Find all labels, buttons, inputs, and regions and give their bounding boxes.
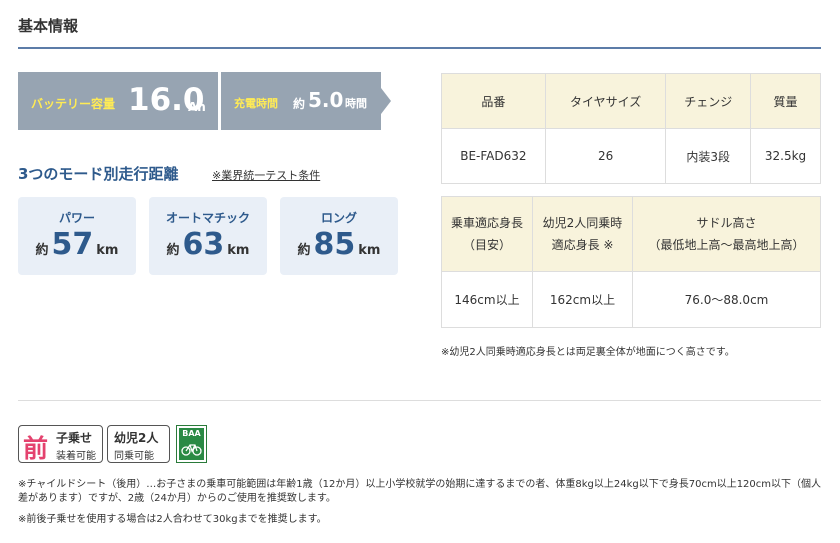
battery-unit: Ah <box>188 100 206 114</box>
mode-unit: km <box>227 243 250 258</box>
mode-number: 57 <box>51 227 94 262</box>
charge-prefix: 約 <box>293 97 306 111</box>
footnote-weight: ※前後子乗せを使用する場合は2人合わせて30kgまでを推奨します。 <box>18 514 327 525</box>
baa-text: BAA <box>182 429 201 438</box>
footnote-child-seat: ※チャイルドシート（後用）…お子さまの乗車可能範囲は年齢1歳（12か月）以上小学… <box>18 479 822 504</box>
header-line: サドル高さ <box>696 216 757 230</box>
header-gear: チェンジ <box>665 73 752 129</box>
charge-label: 充電時間 <box>234 97 278 110</box>
badge-line1: 幼児2人 <box>114 431 159 445</box>
cell-model: BE-FAD632 <box>441 128 546 184</box>
header-tire-size: タイヤサイズ <box>544 73 667 129</box>
mode-value: 約 85 km <box>280 227 398 262</box>
mode-value: 約 63 km <box>149 227 267 262</box>
badge-line2: 装着可能 <box>56 451 96 462</box>
spec-table: 品番 タイヤサイズ チェンジ 質量 BE-FAD632 26 内装3段 32.5… <box>441 73 821 184</box>
mode-distance-title: 3つのモード別走行距離 <box>18 165 179 183</box>
title-rule <box>18 47 821 49</box>
divider <box>18 400 821 401</box>
mode-prefix: 約 <box>35 243 49 258</box>
table-header-row: 品番 タイヤサイズ チェンジ 質量 <box>441 73 821 129</box>
two-kids-badge: 幼児2人 同乗可能 <box>107 425 170 463</box>
mode-name: ロング <box>320 211 357 225</box>
mode-unit: km <box>96 243 119 258</box>
table-row: 146cm以上 162cm以上 76.0〜88.0cm <box>441 271 821 328</box>
cell-rider-height: 146cm以上 <box>441 271 533 328</box>
battery-label: バッテリー容量 <box>31 97 116 111</box>
table-row: BE-FAD632 26 内装3段 32.5kg <box>441 128 821 184</box>
mode-name: パワー <box>58 211 95 225</box>
front-kanji: 前 <box>23 434 49 463</box>
charge-time: 充電時間 約 5.0 時間 <box>221 72 391 130</box>
header-line: 乗車適応身長 <box>450 216 523 230</box>
header-model: 品番 <box>441 73 546 129</box>
badge-line1: 子乗せ <box>56 431 93 445</box>
bicycle-icon <box>181 444 202 456</box>
mode-name: オートマチック <box>165 211 250 225</box>
header-weight: 質量 <box>750 73 821 129</box>
cell-gear: 内装3段 <box>665 128 752 184</box>
mode-unit: km <box>358 243 381 258</box>
header-line: 適応身長 ※ <box>551 238 614 252</box>
badge-line2: 同乗可能 <box>114 451 154 462</box>
mode-number: 85 <box>313 227 356 262</box>
cell-two-kids-height: 162cm以上 <box>532 271 633 328</box>
header-line: 幼児2人同乗時 <box>542 216 623 230</box>
mode-value: 約 57 km <box>18 227 136 262</box>
test-condition-link[interactable]: ※業界統一テスト条件 <box>212 167 320 183</box>
table-note: ※幼児2人同乗時適応身長とは両足裏全体が地面につく高さです。 <box>441 347 735 358</box>
charge-unit: 時間 <box>345 97 367 110</box>
charge-value: 5.0 <box>308 88 344 112</box>
header-two-kids-height: 幼児2人同乗時 適応身長 ※ <box>532 196 633 272</box>
cell-weight: 32.5kg <box>750 128 821 184</box>
baa-mark: BAA <box>176 425 207 463</box>
header-rider-height: 乗車適応身長 （目安） <box>441 196 533 272</box>
header-saddle-height: サドル高さ （最低地上高〜最高地上高） <box>632 196 821 272</box>
front-seat-badge: 前 子乗せ 装着可能 <box>18 425 103 463</box>
cell-tire-size: 26 <box>544 128 667 184</box>
battery-capacity: バッテリー容量 16.0 Ah <box>18 72 218 130</box>
mode-prefix: 約 <box>166 243 180 258</box>
mode-card-power: パワー 約 57 km <box>18 197 136 275</box>
mode-number: 63 <box>182 227 225 262</box>
mode-card-automatic: オートマチック 約 63 km <box>149 197 267 275</box>
header-line: （目安） <box>462 238 511 252</box>
height-table: 乗車適応身長 （目安） 幼児2人同乗時 適応身長 ※ サドル高さ （最低地上高〜… <box>441 196 821 328</box>
mode-prefix: 約 <box>297 243 311 258</box>
cell-saddle-height: 76.0〜88.0cm <box>632 271 821 328</box>
header-line: （最低地上高〜最高地上高） <box>648 238 805 252</box>
section-title: 基本情報 <box>18 17 79 35</box>
mode-card-long: ロング 約 85 km <box>280 197 398 275</box>
table-header-row: 乗車適応身長 （目安） 幼児2人同乗時 適応身長 ※ サドル高さ （最低地上高〜… <box>441 196 821 272</box>
